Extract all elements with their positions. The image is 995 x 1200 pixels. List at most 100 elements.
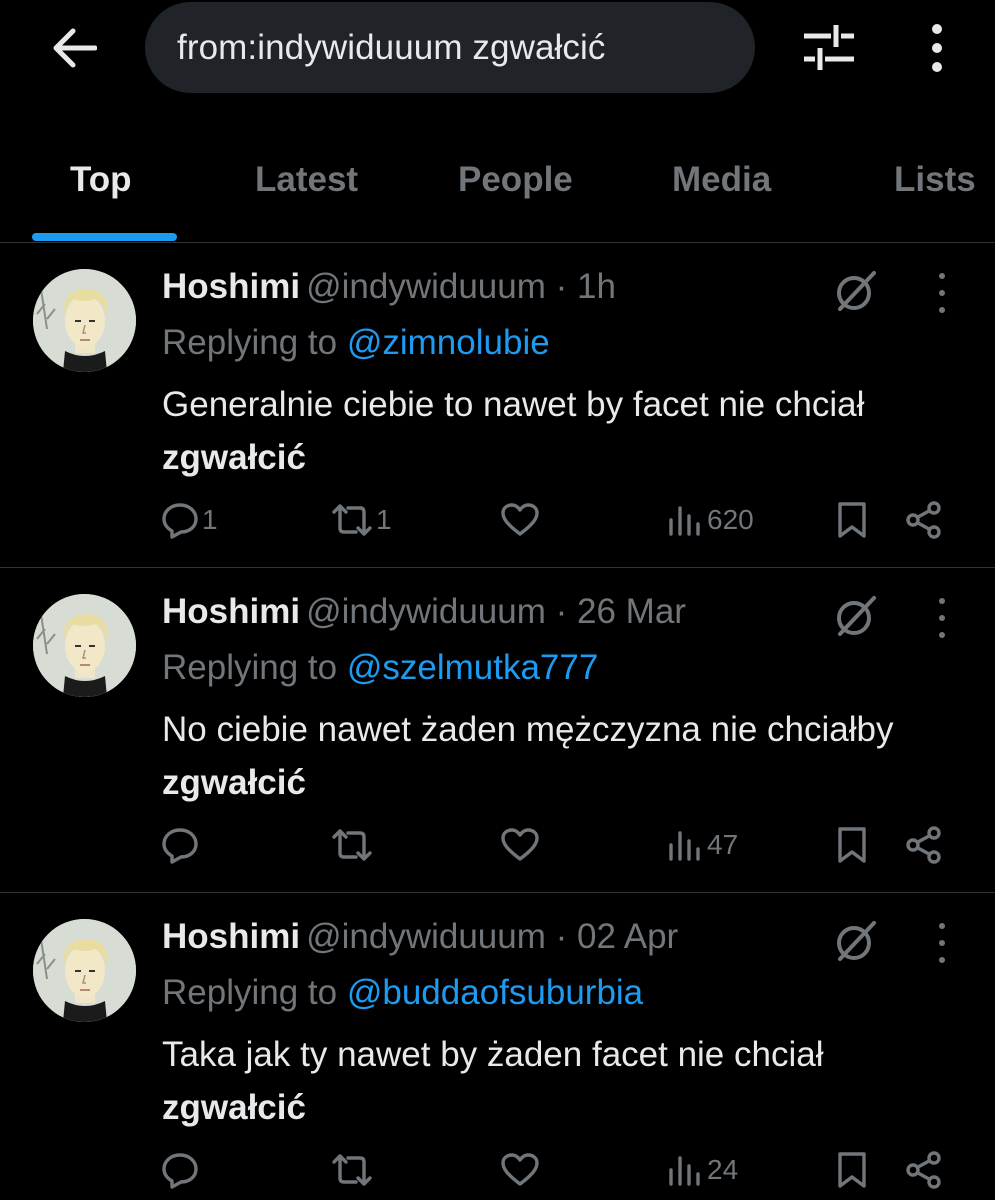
views-icon <box>669 1156 700 1186</box>
repost-button[interactable] <box>330 823 376 867</box>
tweet-text-plain: Taka jak ty nawet by żaden facet nie chc… <box>162 1035 824 1074</box>
tab-top[interactable]: Top <box>70 160 132 200</box>
tweet-text-highlight: zgwałcić <box>162 438 306 477</box>
tab-lists[interactable]: Lists <box>894 160 976 200</box>
repost-button[interactable] <box>330 1148 376 1192</box>
reply-icon <box>162 1153 198 1189</box>
tweet-text-highlight: zgwałcić <box>162 763 306 802</box>
reply-mention-link[interactable]: @zimnolubie <box>347 323 550 362</box>
replying-to-line: Replying to @zimnolubie <box>162 323 550 363</box>
tweet-actions: 1 1 620 <box>0 498 995 548</box>
active-tab-indicator <box>32 233 177 241</box>
reply-icon <box>162 503 198 539</box>
tweet-text-highlight: zgwałcić <box>162 1088 306 1127</box>
more-options-button[interactable] <box>915 18 959 78</box>
reply-count: 1 <box>202 504 218 535</box>
replying-prefix: Replying to <box>162 648 338 687</box>
like-button[interactable] <box>500 823 542 867</box>
author-name[interactable]: Hoshimi <box>162 267 300 306</box>
share-button[interactable] <box>904 498 944 542</box>
repost-icon <box>332 504 372 536</box>
heart-icon <box>501 828 539 861</box>
views-count: 47 <box>707 829 739 860</box>
tweet-text: No ciebie nawet żaden mężczyzna nie chci… <box>162 703 972 809</box>
views-icon <box>669 506 700 536</box>
tweet-3[interactable]: Hoshimi @indywiduuum · 02 Apr Replying to… <box>0 893 995 1200</box>
bookmark-icon <box>838 1152 866 1188</box>
tweet-time[interactable]: 02 Apr <box>577 917 678 956</box>
views-count: 620 <box>707 504 754 535</box>
views-icon <box>669 831 700 861</box>
tweet-more-button[interactable] <box>928 273 956 313</box>
bookmark-icon <box>838 502 866 538</box>
grok-button[interactable] <box>832 917 880 965</box>
avatar[interactable] <box>33 594 136 697</box>
avatar[interactable] <box>33 919 136 1022</box>
separator: · <box>555 592 568 631</box>
tweet-more-button[interactable] <box>928 923 956 963</box>
tweet-text-plain: Generalnie ciebie to nawet by facet nie … <box>162 385 865 424</box>
reply-mention-link[interactable]: @szelmutka777 <box>347 648 598 687</box>
separator: · <box>555 267 568 306</box>
bookmark-icon <box>838 827 866 863</box>
top-bar: from:indywiduuum zgwałcić <box>0 0 995 95</box>
back-button[interactable] <box>48 22 100 74</box>
author-handle: @indywiduuum <box>306 917 546 956</box>
search-filters-button[interactable] <box>800 20 858 75</box>
sliders-icon <box>804 25 854 70</box>
reply-button[interactable] <box>160 1148 202 1192</box>
more-vertical-icon <box>939 598 945 604</box>
avatar[interactable] <box>33 269 136 372</box>
search-input[interactable]: from:indywiduuum zgwałcić <box>145 2 755 93</box>
grok-button[interactable] <box>832 592 880 640</box>
repost-button[interactable]: 1 <box>330 498 392 542</box>
tweet-header: Hoshimi @indywiduuum · 26 Mar <box>162 592 686 632</box>
more-vertical-icon <box>932 24 942 34</box>
more-vertical-icon <box>939 923 945 929</box>
separator: · <box>555 917 568 956</box>
reply-mention-link[interactable]: @buddaofsuburbia <box>347 973 643 1012</box>
bookmark-button[interactable] <box>834 1148 870 1192</box>
reply-button[interactable] <box>160 823 202 867</box>
reply-button[interactable]: 1 <box>160 498 218 542</box>
grok-icon <box>837 596 876 636</box>
views-button[interactable]: 620 <box>665 498 754 542</box>
tab-latest[interactable]: Latest <box>255 160 358 200</box>
tweet-actions: 24 <box>0 1148 995 1198</box>
views-count: 24 <box>707 1154 739 1185</box>
tab-people[interactable]: People <box>458 160 573 200</box>
share-button[interactable] <box>904 1148 944 1192</box>
author-handle: @indywiduuum <box>306 267 546 306</box>
tweet-text-plain: No ciebie nawet żaden mężczyzna nie chci… <box>162 710 894 749</box>
bookmark-button[interactable] <box>834 498 870 542</box>
tab-media[interactable]: Media <box>672 160 771 200</box>
tweet-text: Generalnie ciebie to nawet by facet nie … <box>162 378 972 484</box>
tweet-actions: 47 <box>0 823 995 873</box>
views-button[interactable]: 47 <box>665 823 738 867</box>
reply-icon <box>162 828 198 864</box>
replying-to-line: Replying to @buddaofsuburbia <box>162 973 643 1013</box>
grok-button[interactable] <box>832 267 880 315</box>
heart-icon <box>501 1153 539 1186</box>
tweet-time[interactable]: 26 Mar <box>577 592 686 631</box>
heart-icon <box>501 503 539 536</box>
author-handle: @indywiduuum <box>306 592 546 631</box>
tweet-more-button[interactable] <box>928 598 956 638</box>
tweet-header: Hoshimi @indywiduuum · 1h <box>162 267 616 307</box>
share-button[interactable] <box>904 823 944 867</box>
tweet-2[interactable]: Hoshimi @indywiduuum · 26 Mar Replying to… <box>0 568 995 893</box>
more-vertical-icon <box>939 273 945 279</box>
tweet-time[interactable]: 1h <box>577 267 616 306</box>
share-icon <box>906 1151 941 1189</box>
share-icon <box>906 501 941 539</box>
views-button[interactable]: 24 <box>665 1148 738 1192</box>
author-name[interactable]: Hoshimi <box>162 592 300 631</box>
search-tabs: Top Latest People Media Lists <box>0 130 995 243</box>
like-button[interactable] <box>500 1148 542 1192</box>
author-name[interactable]: Hoshimi <box>162 917 300 956</box>
tweet-1[interactable]: Hoshimi @indywiduuum · 1h Replying to @zi… <box>0 243 995 568</box>
replying-prefix: Replying to <box>162 323 338 362</box>
like-button[interactable] <box>500 498 542 542</box>
share-icon <box>906 826 941 864</box>
bookmark-button[interactable] <box>834 823 870 867</box>
